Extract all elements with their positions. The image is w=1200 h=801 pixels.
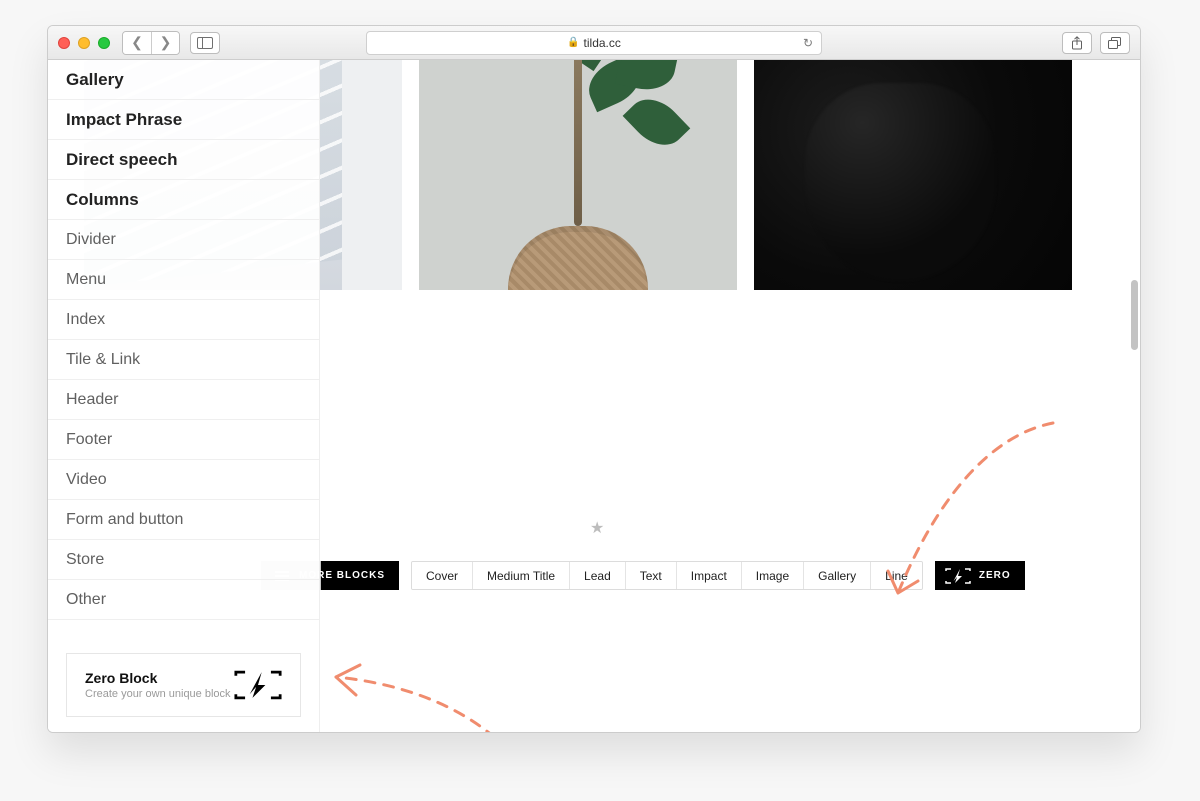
vertical-scrollbar[interactable] [1131,60,1138,732]
sidebar-item-direct-speech[interactable]: Direct speech [48,140,319,180]
zero-block-icon [945,568,971,584]
reload-icon[interactable]: ↻ [803,36,813,50]
page-viewport: ★ MORE BLOCKS Cover Medium Title Lead Te… [48,60,1140,732]
sidebar-item-label: Tile & Link [66,351,140,369]
sidebar-item-tile-link[interactable]: Tile & Link [48,340,319,380]
sidebar-item-label: Menu [66,271,106,289]
pill-line[interactable]: Line [871,562,922,589]
pill-label: Cover [426,569,458,583]
browser-window: ❮ ❯ 🔒 tilda.cc ↻ [47,25,1141,733]
tabs-button[interactable] [1100,32,1130,54]
block-toolbar: MORE BLOCKS Cover Medium Title Lead Text… [261,561,1025,590]
tabs-icon [1108,37,1122,49]
zero-block-icon [234,670,282,700]
sidebar-item-label: Gallery [66,70,124,90]
gallery-image-plant[interactable] [419,60,737,290]
zero-button-label: ZERO [979,570,1011,581]
sidebar-item-gallery[interactable]: Gallery [48,60,319,100]
sidebar-item-label: Divider [66,231,116,249]
pill-medium-title[interactable]: Medium Title [473,562,570,589]
zero-card-subtitle: Create your own unique block [85,688,231,700]
zero-block-button[interactable]: ZERO [935,561,1025,590]
plant-stem [574,60,582,226]
sidebar-toggle-button[interactable] [190,32,220,54]
pill-gallery[interactable]: Gallery [804,562,871,589]
sidebar-item-divider[interactable]: Divider [48,220,319,260]
sidebar-item-label: Direct speech [66,150,178,170]
browser-toolbar: ❮ ❯ 🔒 tilda.cc ↻ [48,26,1140,60]
pill-label: Gallery [818,569,856,583]
category-sidebar: Gallery Impact Phrase Direct speech Colu… [48,60,320,732]
sidebar-item-form-button[interactable]: Form and button [48,500,319,540]
window-controls [58,37,110,49]
sidebar-item-columns[interactable]: Columns [48,180,319,220]
sidebar-item-menu[interactable]: Menu [48,260,319,300]
sidebar-item-other[interactable]: Other [48,580,319,620]
sidebar-item-label: Form and button [66,511,183,529]
sidebar-item-label: Columns [66,190,139,210]
sidebar-item-impact-phrase[interactable]: Impact Phrase [48,100,319,140]
nav-back-button[interactable]: ❮ [123,32,151,54]
pill-lead[interactable]: Lead [570,562,626,589]
sidebar-item-header[interactable]: Header [48,380,319,420]
window-zoom-button[interactable] [98,37,110,49]
sidebar-item-label: Video [66,471,107,489]
sidebar-item-label: Impact Phrase [66,110,182,130]
zero-card-text: Zero Block Create your own unique block [85,670,231,700]
sidebar-item-footer[interactable]: Footer [48,420,319,460]
share-icon [1071,36,1083,50]
pill-label: Medium Title [487,569,555,583]
pill-label: Image [756,569,789,583]
sidebar-item-label: Other [66,591,106,609]
sidebar-item-store[interactable]: Store [48,540,319,580]
block-pill-group: Cover Medium Title Lead Text Impact Imag… [411,561,923,590]
sidebar-item-index[interactable]: Index [48,300,319,340]
sidebar-item-label: Index [66,311,105,329]
share-button[interactable] [1062,32,1092,54]
plant-basket [508,226,648,290]
gallery-image-portrait[interactable] [754,60,1072,290]
pill-label: Text [640,569,662,583]
favorite-star-icon[interactable]: ★ [590,518,604,538]
sidebar-item-label: Header [66,391,118,409]
toolbar-right [1062,32,1130,54]
sidebar-item-video[interactable]: Video [48,460,319,500]
scrollbar-thumb[interactable] [1131,280,1138,350]
nav-forward-button[interactable]: ❯ [151,32,179,54]
pill-text[interactable]: Text [626,562,677,589]
pill-label: Line [885,569,908,583]
sidebar-item-label: Footer [66,431,112,449]
nav-buttons: ❮ ❯ [122,31,180,55]
window-close-button[interactable] [58,37,70,49]
zero-block-card[interactable]: Zero Block Create your own unique block [66,653,301,717]
pill-label: Lead [584,569,611,583]
pill-label: Impact [691,569,727,583]
lock-icon: 🔒 [567,37,579,48]
pill-image[interactable]: Image [742,562,804,589]
annotation-arrow-to-sidebar [328,663,588,732]
url-text: tilda.cc [584,36,621,50]
window-minimize-button[interactable] [78,37,90,49]
url-bar[interactable]: 🔒 tilda.cc ↻ [366,31,822,55]
pill-impact[interactable]: Impact [677,562,742,589]
sidebar-item-label: Store [66,551,104,569]
zero-card-title: Zero Block [85,670,231,686]
sidebar-icon [197,37,213,49]
pill-cover[interactable]: Cover [412,562,473,589]
